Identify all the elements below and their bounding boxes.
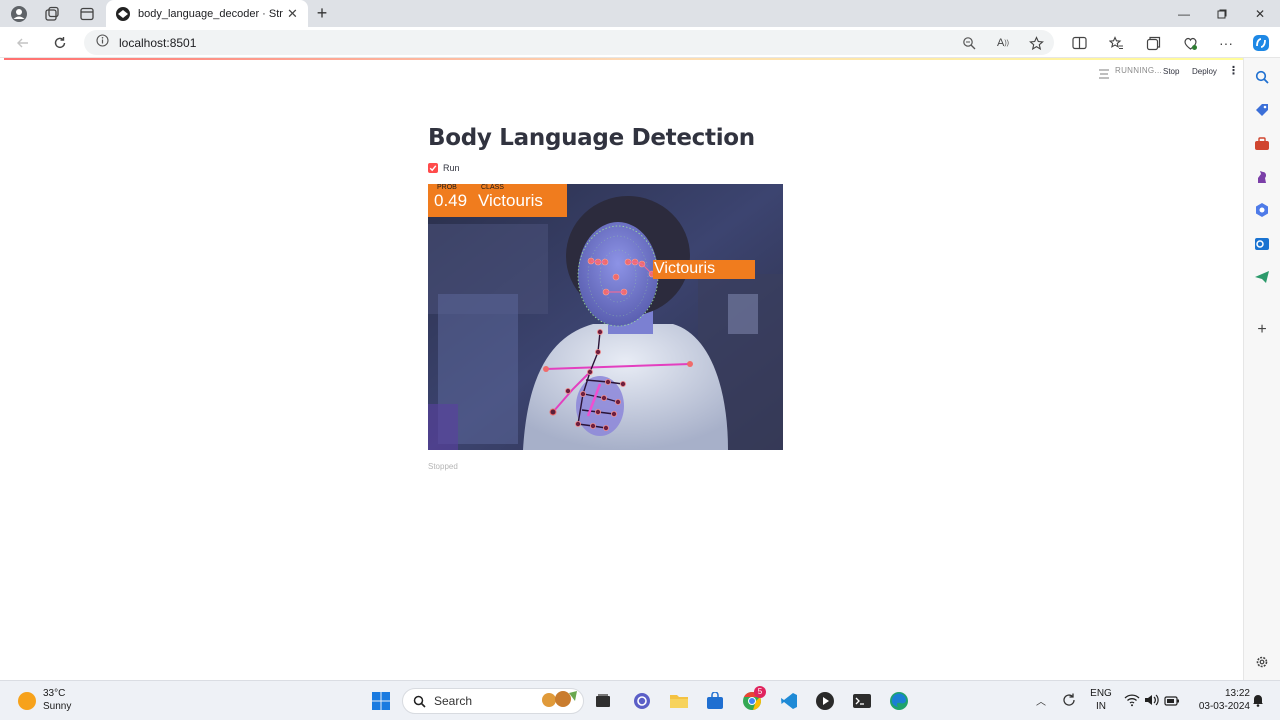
volume-icon[interactable] [1144,693,1160,712]
windows-start-icon[interactable] [369,689,393,713]
streamlit-app: RUNNING... Stop Deploy ⋮ Body Language D… [4,58,1243,678]
sidebar-settings-icon[interactable] [1253,653,1271,671]
page-title: Body Language Detection [428,125,755,151]
windows-taskbar: 33°C Sunny Search 5 ︿ ENG IN 13:22 03-03… [0,680,1280,720]
address-bar[interactable]: localhost:8501 [84,30,1054,55]
add-sidebar-app-icon[interactable]: + [1253,321,1271,339]
maximize-icon[interactable] [1203,0,1241,27]
send-icon[interactable] [1253,268,1271,286]
workspaces-icon[interactable] [41,3,63,25]
taskbar-search[interactable]: Search [402,688,584,714]
split-screen-icon[interactable] [1068,32,1090,54]
search-icon[interactable] [1253,68,1271,86]
browser-essentials-icon[interactable] [1179,32,1201,54]
sun-icon[interactable] [18,692,36,710]
zoom-icon[interactable] [958,32,980,54]
header-decoration [4,58,1243,60]
webcam-image [428,184,783,450]
favorite-star-icon[interactable] [1025,32,1047,54]
battery-icon[interactable] [1164,694,1180,712]
refresh-icon[interactable] [49,32,71,54]
file-explorer-icon[interactable] [667,689,691,713]
tab-title: body_language_decoder · Stream [138,7,283,20]
sync-icon[interactable] [1061,692,1077,713]
task-view-icon[interactable] [591,689,615,713]
deploy-button[interactable]: Deploy [1192,67,1217,76]
taskbar-search-icon [413,695,426,708]
tray-overflow-icon[interactable]: ︿ [1036,693,1046,708]
more-menu-icon[interactable]: ··· [1215,32,1237,54]
active-tab[interactable]: body_language_decoder · Stream ✕ [106,0,308,27]
copilot-icon[interactable] [1250,32,1272,54]
region-code[interactable]: IN [1089,701,1113,712]
edge-browser-icon[interactable] [887,689,911,713]
favorites-icon[interactable] [1105,32,1127,54]
face-label-text: Victouris [654,260,716,277]
wifi-icon[interactable] [1124,693,1140,712]
microsoft-store-icon[interactable] [703,689,727,713]
main-menu-icon[interactable]: ⋮ [1228,64,1239,77]
back-icon[interactable] [12,32,34,54]
outlook-icon[interactable] [1253,235,1271,253]
url-text: localhost:8501 [119,35,197,50]
prob-class-box: PROB CLASS 0.49 Victouris [428,184,567,217]
profile-icon[interactable] [8,3,30,25]
clock-time[interactable]: 13:22 [1190,688,1250,699]
microsoft-365-icon[interactable] [1253,201,1271,219]
search-highlight-icon [539,689,579,714]
teams-chat-icon[interactable] [630,689,654,713]
vscode-icon[interactable] [777,689,801,713]
prob-value: 0.49 [434,191,468,210]
face-class-label: Victouris [653,260,755,279]
running-status: RUNNING... [1115,66,1162,75]
streamlit-favicon-icon [116,6,130,21]
games-icon[interactable] [1253,168,1271,186]
terminal-icon[interactable] [850,689,874,713]
edge-sidebar: + [1243,58,1280,680]
browser-toolbar: localhost:8501 A)) ··· [0,27,1280,58]
run-checkbox[interactable]: Run [428,163,460,173]
prob-header: PROB [437,184,457,191]
language-code[interactable]: ENG [1089,688,1113,699]
weather-description[interactable]: Sunny [43,701,71,712]
taskbar-search-label: Search [434,694,473,708]
stopped-status: Stopped [428,462,458,471]
stop-button[interactable]: Stop [1163,67,1179,76]
tab-actions-icon[interactable] [76,3,98,25]
checkbox-checked-icon[interactable] [428,163,438,173]
tools-icon[interactable] [1253,135,1271,153]
weather-temperature[interactable]: 33°C [43,688,65,699]
site-info-icon[interactable] [96,33,109,52]
media-player-icon[interactable] [813,689,837,713]
notification-bell-icon[interactable] [1252,693,1264,712]
class-header: CLASS [481,184,504,191]
close-window-icon[interactable]: ✕ [1241,0,1279,27]
new-tab-icon[interactable]: + [312,3,332,23]
class-value: Victouris [478,191,543,210]
read-aloud-icon[interactable]: A)) [992,32,1014,54]
chrome-badge: 5 [754,686,766,698]
clock-date[interactable]: 03-03-2024 [1184,701,1250,712]
chrome-icon[interactable]: 5 [740,686,766,713]
video-frame: PROB CLASS 0.49 Victouris Victouris [428,184,783,450]
running-man-icon [1098,66,1110,84]
tab-close-icon[interactable]: ✕ [287,6,298,22]
collections-icon[interactable] [1142,32,1164,54]
minimize-icon[interactable]: — [1165,0,1203,27]
shopping-tag-icon[interactable] [1253,101,1271,119]
tab-strip: body_language_decoder · Stream ✕ + — ✕ [0,0,1280,27]
run-label: Run [443,163,460,173]
